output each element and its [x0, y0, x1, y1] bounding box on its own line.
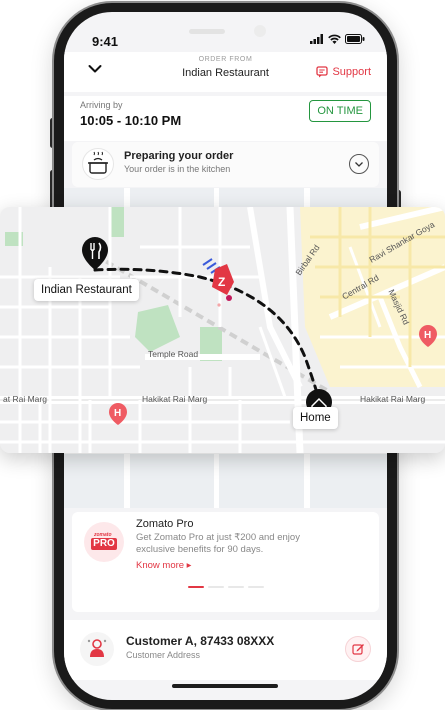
svg-text:Z: Z [218, 275, 225, 289]
signal-icon [310, 34, 323, 44]
svg-text:H: H [424, 330, 431, 341]
road-label: Hakikat Rai Marg [360, 394, 426, 404]
person-icon [87, 639, 107, 657]
carousel-dot[interactable] [227, 586, 244, 588]
home-indicator[interactable] [172, 684, 278, 688]
order-header: ORDER FROM Indian Restaurant Support [64, 52, 387, 92]
promo-title: Zomato Pro [136, 518, 194, 530]
promo-description: Get Zomato Pro at just ₹200 and enjoy ex… [136, 532, 300, 555]
customer-name: Customer A, 87433 08XXX [126, 634, 275, 648]
edit-customer-button[interactable] [345, 636, 371, 662]
arrival-section: Arriving by 10:05 - 10:10 PM ON TIME [64, 96, 387, 141]
zomato-pro-promo[interactable]: zomato PRO Zomato Pro Get Zomato Pro at … [72, 512, 379, 612]
status-subtitle: Your order is in the kitchen [124, 164, 231, 174]
carousel-dot[interactable] [207, 586, 224, 588]
road-label: Hakikat Rai Marg [142, 394, 208, 404]
support-label: Support [332, 66, 371, 78]
delivery-map[interactable]: Z H H Birbal Rd Central Rd Masjid Rd Rav… [0, 207, 445, 453]
carousel-dot-active[interactable] [187, 586, 204, 588]
carousel-indicator [72, 586, 379, 588]
customer-section: Customer A, 87433 08XXX Customer Address [64, 620, 387, 680]
road-label: Temple Road [148, 349, 199, 359]
order-status-card[interactable]: Preparing your order Your order is in th… [72, 142, 379, 187]
edit-icon [352, 644, 364, 655]
chat-icon [316, 66, 329, 78]
front-camera [254, 25, 266, 37]
status-title: Preparing your order [124, 150, 234, 162]
arrival-time: 10:05 - 10:10 PM [80, 113, 182, 128]
status-time: 9:41 [92, 34, 119, 49]
chevron-down-icon [355, 162, 363, 167]
svg-text:H: H [114, 408, 121, 419]
know-more-link[interactable]: Know more ▸ [136, 560, 191, 571]
expand-status-button[interactable] [349, 154, 369, 174]
road-label: at Rai Marg [3, 394, 47, 404]
customer-icon [80, 632, 114, 666]
support-button[interactable]: Support [316, 66, 371, 78]
on-time-badge: ON TIME [309, 100, 371, 122]
wifi-icon [328, 34, 341, 44]
status-icons [310, 34, 365, 44]
carousel-dot[interactable] [247, 586, 264, 588]
arrival-label: Arriving by [80, 100, 123, 110]
customer-address: Customer Address [126, 650, 201, 660]
home-map-label: Home [293, 407, 338, 429]
order-from-label: ORDER FROM [198, 56, 253, 63]
battery-icon [345, 34, 365, 44]
cooking-pot-icon [82, 148, 114, 180]
restaurant-map-label: Indian Restaurant [34, 279, 139, 301]
map-canvas: Z H H [0, 207, 445, 453]
speaker-grille [189, 29, 225, 34]
pro-logo-bottom: PRO [91, 538, 117, 550]
zomato-pro-logo: zomato PRO [84, 522, 124, 562]
